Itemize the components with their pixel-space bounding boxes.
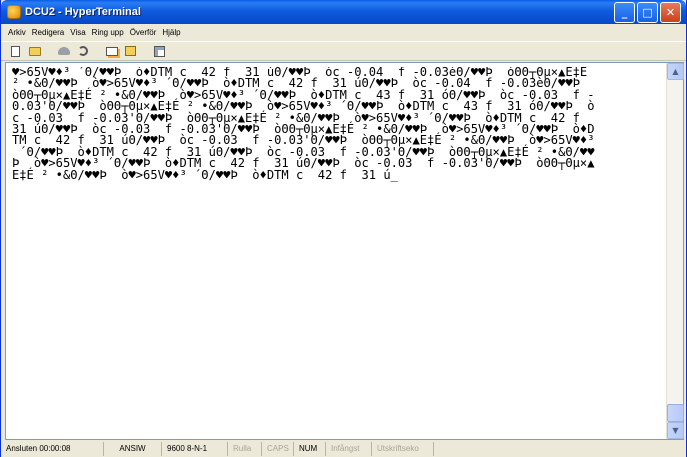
open-folder-icon[interactable] [27, 44, 42, 59]
caption-buttons: _ □ ✕ [614, 2, 681, 23]
new-document-icon[interactable] [8, 44, 23, 59]
status-port-settings: 9600 8-N-1 [162, 442, 228, 456]
status-capture: Infångst [326, 442, 372, 456]
close-button[interactable]: ✕ [660, 2, 681, 23]
hyperterminal-app-icon[interactable] [7, 5, 21, 19]
title-bar[interactable]: DCU2 - HyperTerminal _ □ ✕ [1, 0, 686, 24]
scroll-thumb[interactable] [667, 404, 684, 422]
scroll-up-arrow-icon[interactable]: ▲ [667, 63, 684, 80]
status-caps: CAPS [262, 442, 294, 456]
properties-icon[interactable] [152, 44, 167, 59]
status-num: NUM [294, 442, 326, 456]
menu-bar: Arkiv Redigera Visa Ring upp Överför Hjä… [1, 24, 686, 41]
hyperterminal-window: DCU2 - HyperTerminal _ □ ✕ Arkiv Rediger… [0, 0, 687, 457]
status-connection-time: Ansluten 00:00:08 [1, 442, 104, 456]
status-bar: Ansluten 00:00:08 ANSIW 9600 8-N-1 Rulla… [1, 441, 686, 457]
connect-phone-icon[interactable] [56, 44, 71, 59]
vertical-scrollbar[interactable]: ▲ ▼ [666, 63, 684, 439]
window-title: DCU2 - HyperTerminal [25, 6, 141, 18]
status-scroll: Rulla [228, 442, 262, 456]
minimize-button[interactable]: _ [614, 2, 635, 23]
menu-overfor[interactable]: Överför [127, 24, 160, 41]
terminal-output[interactable]: ♥>65V♥♦³ ´Θ/♥♥Þ ò♦DTM c 42 f 31 úΘ/♥♥Þ ò… [12, 67, 664, 435]
menu-ring-upp[interactable]: Ring upp [89, 24, 127, 41]
status-emulation: ANSIW [104, 442, 162, 456]
menu-visa[interactable]: Visa [67, 24, 88, 41]
menu-hjalp[interactable]: Hjälp [159, 24, 183, 41]
maximize-button[interactable]: □ [637, 2, 658, 23]
terminal-area[interactable]: ♥>65V♥♦³ ´Θ/♥♥Þ ò♦DTM c 42 f 31 úΘ/♥♥Þ ò… [5, 62, 684, 440]
send-file-icon[interactable] [104, 44, 119, 59]
terminal-line: E‡É ² •&Θ/♥♥Þ ò♥>65V♥♦³ ´Θ/♥♥Þ ò♦DTM c 4… [12, 167, 398, 182]
status-print-echo: Utskriftseko [372, 442, 434, 456]
disconnect-icon[interactable] [75, 44, 90, 59]
menu-arkiv[interactable]: Arkiv [5, 24, 29, 41]
menu-redigera[interactable]: Redigera [29, 24, 67, 41]
receive-file-icon[interactable] [123, 44, 138, 59]
toolbar [1, 41, 686, 61]
scroll-down-arrow-icon[interactable]: ▼ [667, 422, 684, 439]
